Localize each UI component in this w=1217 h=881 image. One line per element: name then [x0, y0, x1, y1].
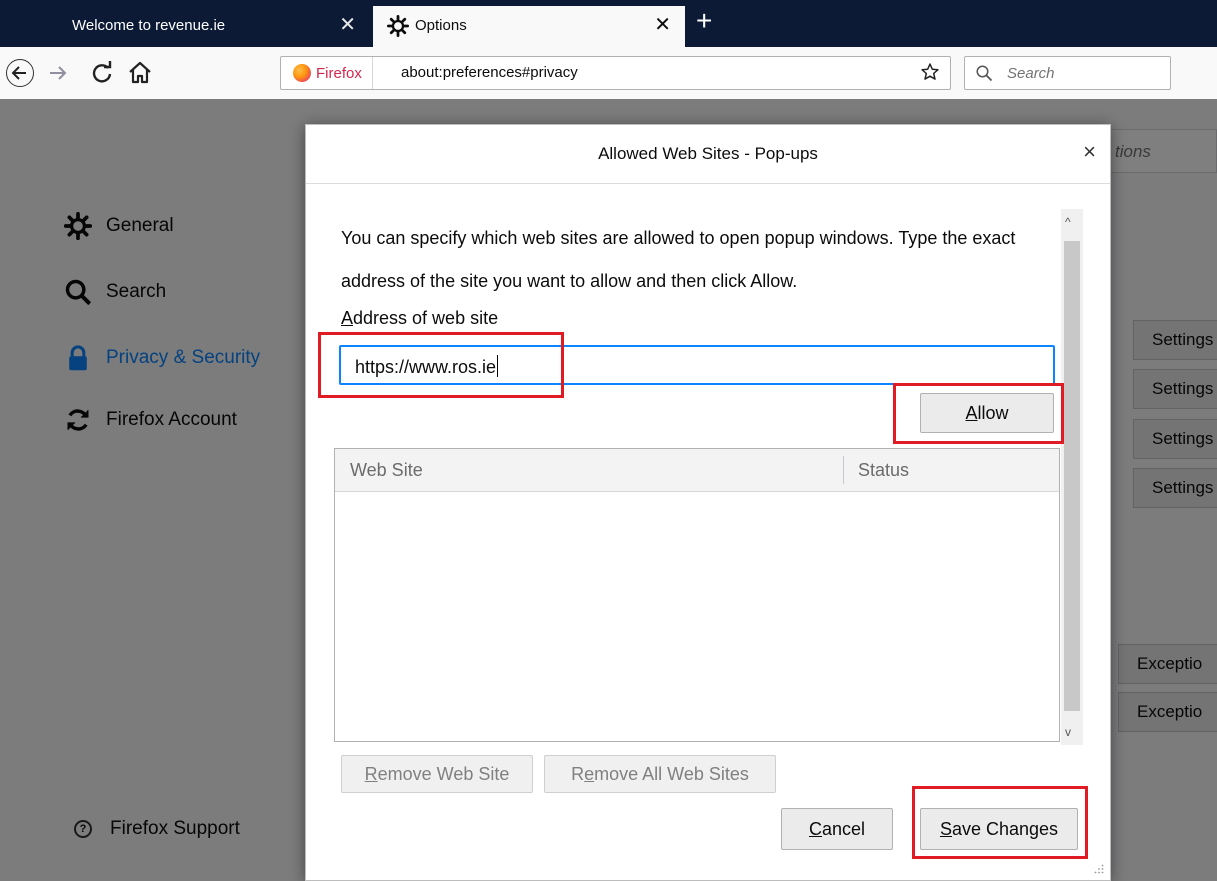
remove-web-site-button[interactable]: Remove Web Site	[341, 755, 533, 793]
highlight-address-input	[318, 332, 564, 398]
tab-strip: Welcome to revenue.ie ✕ Options ✕ +	[0, 0, 1217, 47]
tab-welcome-revenue[interactable]: Welcome to revenue.ie ✕	[58, 6, 370, 47]
search-bar[interactable]: Search	[964, 56, 1171, 90]
resize-grip-icon[interactable]	[1094, 864, 1104, 874]
tab-label: Options	[415, 17, 467, 34]
dialog-description: You can specify which web sites are allo…	[341, 228, 1016, 291]
scroll-down-icon[interactable]: v	[1065, 725, 1071, 739]
address-label: Address of web site	[341, 308, 499, 328]
scroll-up-icon[interactable]: ^	[1065, 215, 1071, 229]
sites-table[interactable]: Web Site Status	[334, 448, 1060, 742]
reload-icon[interactable]	[86, 57, 118, 89]
dialog-header: Allowed Web Sites - Pop-ups ×	[306, 125, 1110, 184]
tab-label: Welcome to revenue.ie	[72, 17, 226, 34]
back-button[interactable]	[4, 57, 36, 89]
navigation-toolbar: Firefox about:preferences#privacy Search	[0, 47, 1217, 100]
home-icon[interactable]	[124, 57, 156, 89]
close-icon[interactable]: ✕	[339, 14, 356, 36]
tab-options[interactable]: Options ✕	[373, 6, 685, 47]
dialog-title: Allowed Web Sites - Pop-ups	[598, 144, 818, 163]
table-header: Web Site Status	[335, 449, 1059, 492]
remove-all-web-sites-button[interactable]: Remove All Web Sites	[544, 755, 776, 793]
remove-label: emove Web Site	[377, 764, 510, 784]
close-icon[interactable]: ×	[1083, 140, 1096, 164]
search-placeholder: Search	[1007, 65, 1055, 82]
remove-all-label-end: move All Web Sites	[594, 764, 749, 784]
url-text[interactable]: about:preferences#privacy	[401, 64, 578, 81]
highlight-save-changes-button	[912, 786, 1088, 859]
cancel-button[interactable]: Cancel	[781, 808, 893, 850]
url-bar[interactable]: Firefox about:preferences#privacy	[280, 56, 951, 90]
close-icon[interactable]: ✕	[654, 14, 671, 36]
identity-label: Firefox	[316, 64, 362, 82]
column-header-web-site[interactable]: Web Site	[350, 460, 423, 481]
identity-box[interactable]: Firefox	[281, 57, 373, 89]
firefox-logo-icon	[293, 64, 311, 82]
back-arrow-icon	[11, 66, 26, 80]
new-tab-button[interactable]: +	[696, 7, 712, 35]
forward-arrow-icon[interactable]	[42, 57, 74, 89]
scrollbar-thumb[interactable]	[1064, 241, 1080, 711]
cancel-label: ancel	[821, 819, 866, 839]
allowed-sites-dialog: Allowed Web Sites - Pop-ups × You can sp…	[305, 124, 1111, 881]
magnifier-icon	[976, 65, 993, 82]
gear-icon	[387, 15, 409, 37]
dialog-scrollbar[interactable]: ^ v	[1061, 209, 1083, 745]
highlight-allow-button	[893, 383, 1064, 444]
column-header-status[interactable]: Status	[858, 460, 909, 481]
column-separator[interactable]	[843, 456, 844, 484]
star-icon[interactable]	[920, 62, 940, 82]
remove-all-label-start: R	[571, 764, 585, 784]
